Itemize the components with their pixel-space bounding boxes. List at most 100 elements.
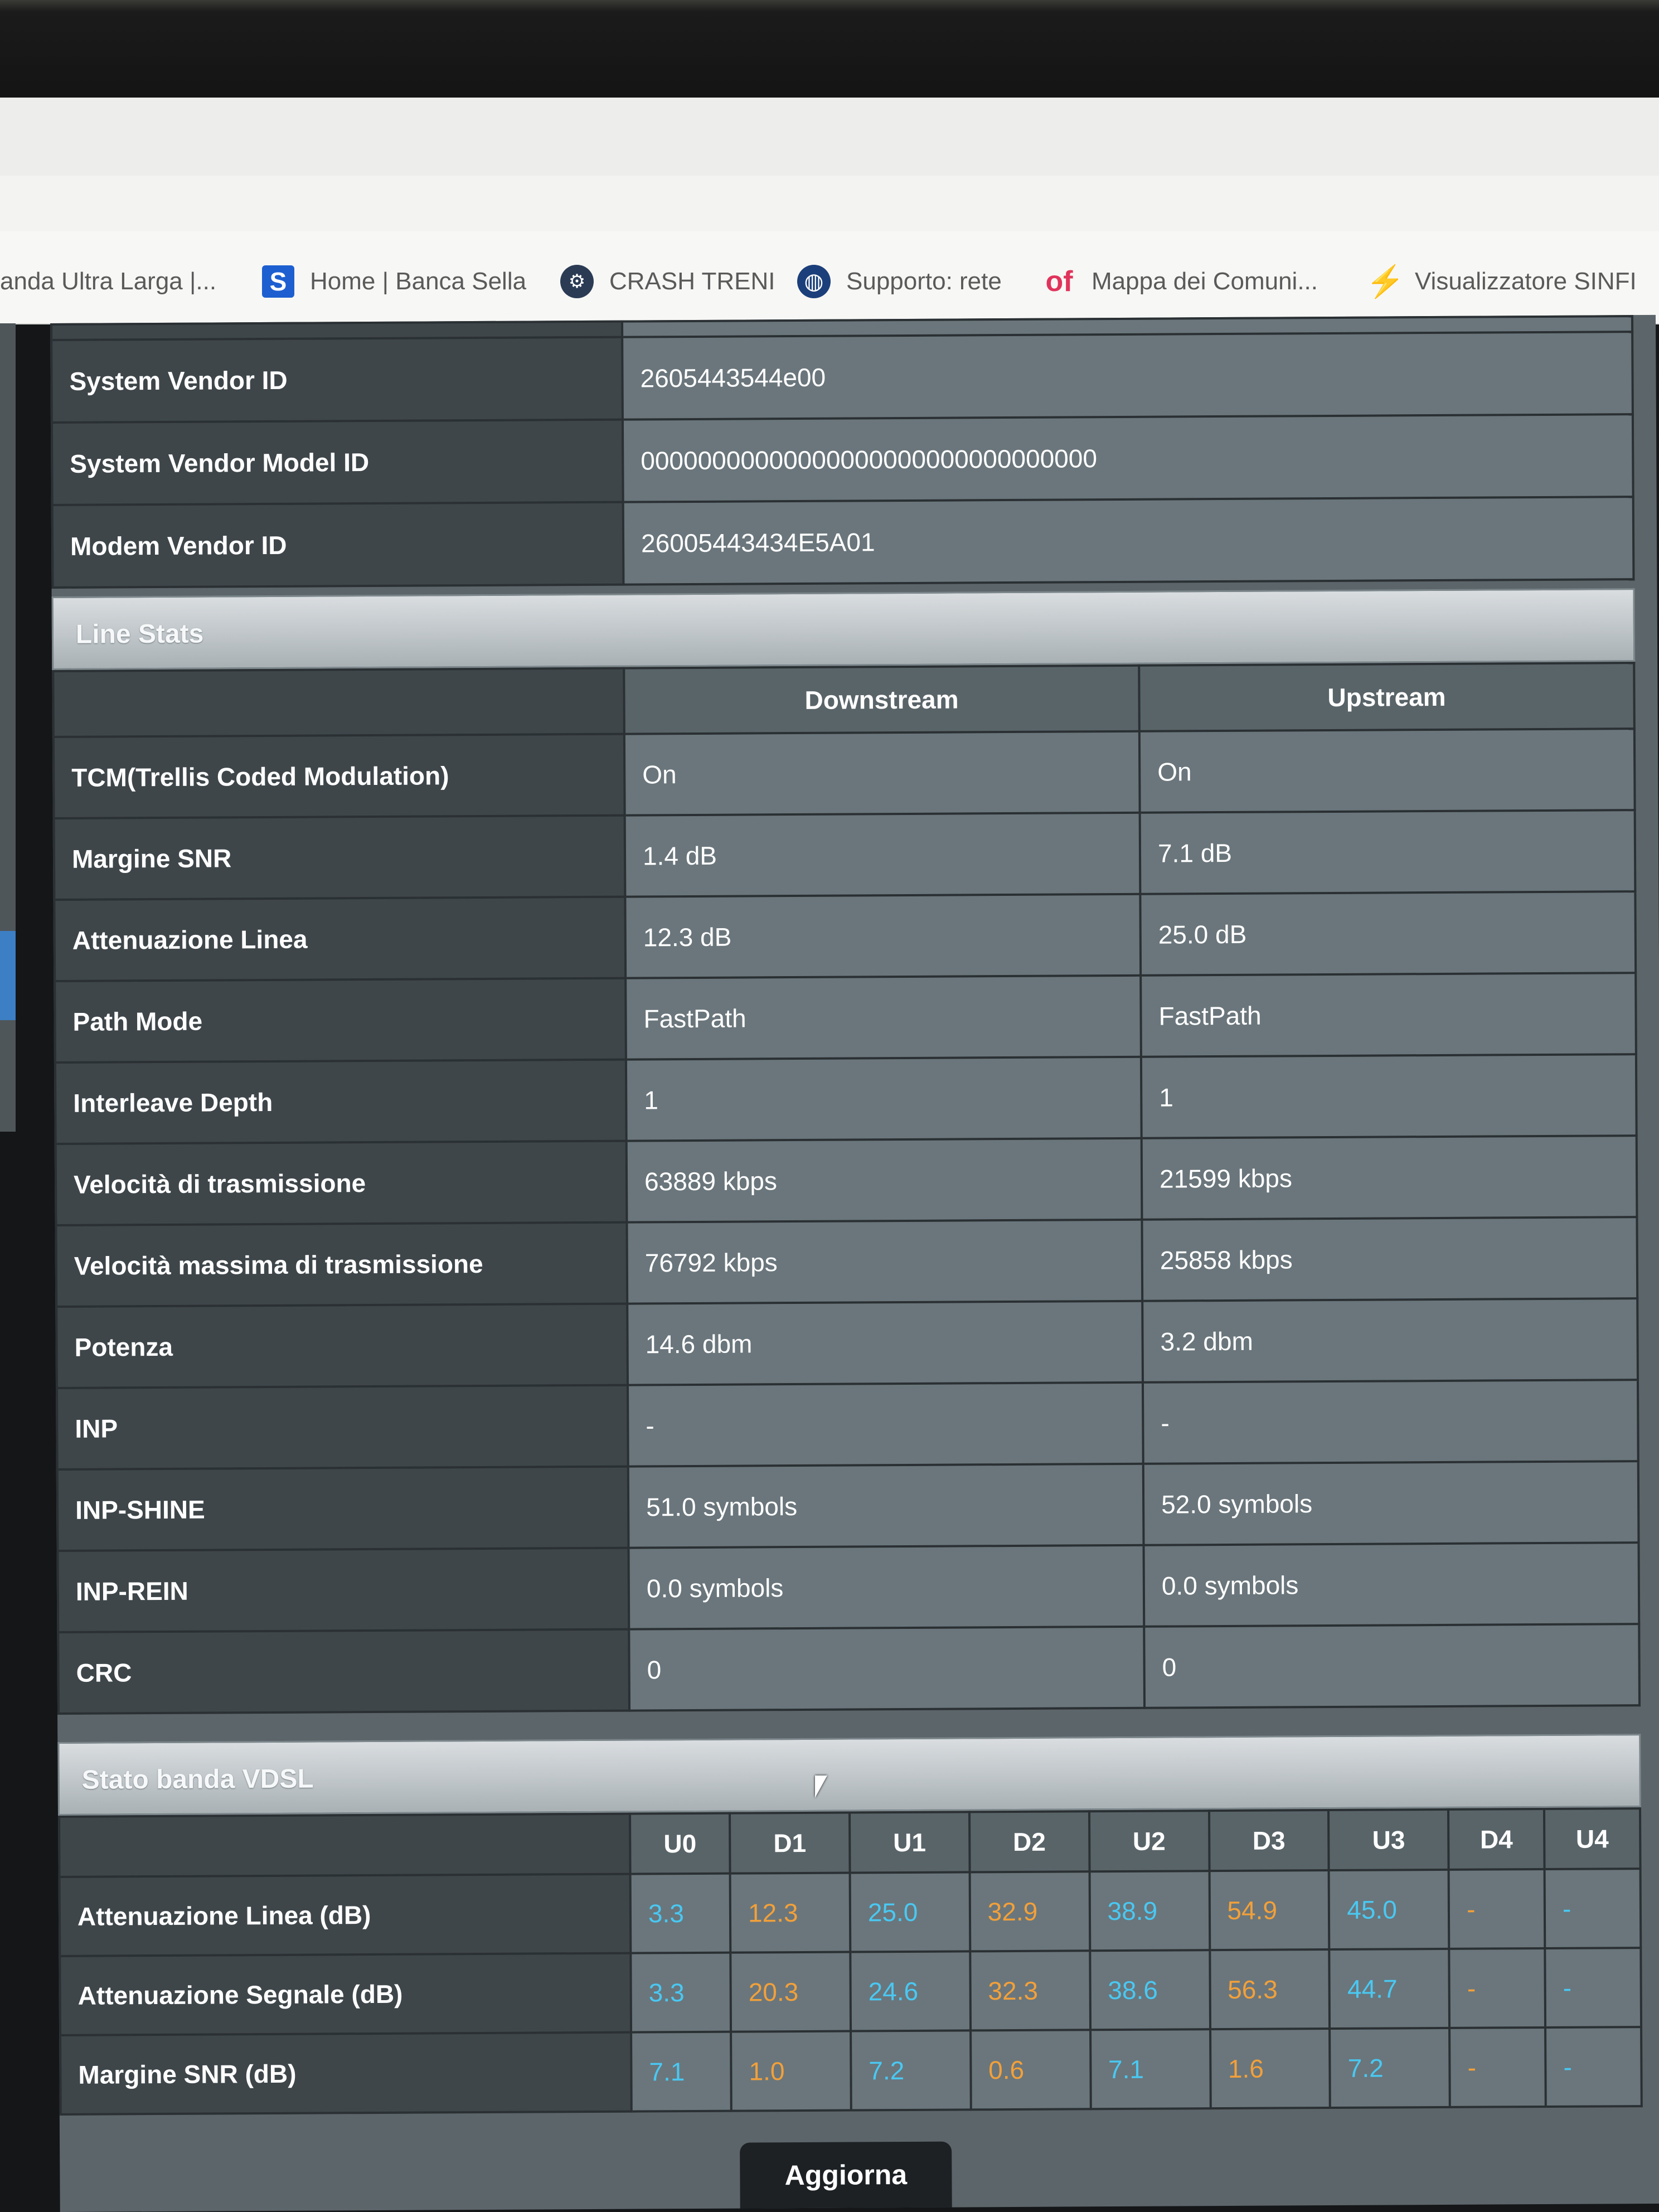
- table-row: INP-SHINE 51.0 symbols 52.0 symbols: [57, 1461, 1639, 1551]
- table-row: Interleave Depth 1 1: [55, 1054, 1637, 1144]
- table-row: INP-REIN 0.0 symbols 0.0 symbols: [57, 1542, 1639, 1632]
- band-value: 3.3: [630, 1952, 731, 2032]
- downstream-value: 63889 kbps: [626, 1138, 1142, 1223]
- downstream-header: Downstream: [624, 665, 1139, 734]
- globe-icon: ◍: [797, 265, 831, 298]
- upstream-value: 0: [1144, 1624, 1640, 1708]
- band-value: 24.6: [850, 1951, 971, 2031]
- downstream-value: 14.6 dbm: [627, 1301, 1143, 1385]
- band-value: -: [1449, 2027, 1546, 2107]
- browser-address-area: [0, 176, 1659, 231]
- downstream-value: 1.4 dB: [624, 812, 1141, 897]
- upstream-value: 25.0 dB: [1140, 891, 1636, 976]
- table-row: TCM(Trellis Coded Modulation) On On: [53, 729, 1635, 818]
- row-label: Interleave Depth: [55, 1059, 627, 1144]
- vendor-info-table: System Vendor ID 2605443544e00 System Ve…: [50, 315, 1634, 589]
- refresh-button[interactable]: Aggiorna: [740, 2141, 952, 2209]
- line-stats-table: Downstream Upstream TCM(Trellis Coded Mo…: [52, 662, 1641, 1715]
- row-label: System Vendor ID: [51, 337, 623, 423]
- upstream-value: FastPath: [1141, 973, 1636, 1057]
- upstream-value: 7.1 dB: [1139, 810, 1636, 894]
- band-header: U4: [1544, 1808, 1641, 1870]
- upstream-value: 1: [1141, 1054, 1637, 1138]
- row-label: INP: [57, 1385, 628, 1469]
- vdsl-band-table: U0 D1 U1 D2 U2 D3 U3 D4 U4 Attenuazione …: [58, 1807, 1643, 2116]
- band-value: 7.2: [850, 2030, 971, 2111]
- downstream-value: 76792 kbps: [627, 1219, 1143, 1304]
- table-row: Velocità massima di trasmissione 76792 k…: [56, 1217, 1638, 1307]
- band-header: D3: [1209, 1810, 1329, 1871]
- row-label: Attenuazione Segnale (dB): [60, 1953, 632, 2035]
- band-value: 32.3: [970, 1951, 1090, 2031]
- row-label: Modem Vendor ID: [52, 502, 624, 588]
- table-row: Potenza 14.6 dbm 3.2 dbm: [56, 1298, 1638, 1388]
- band-value: 38.9: [1089, 1871, 1210, 1951]
- band-header: D4: [1448, 1809, 1545, 1870]
- upstream-value: 52.0 symbols: [1143, 1461, 1639, 1545]
- downstream-value: 12.3 dB: [625, 894, 1141, 978]
- line-stats-header: Line Stats: [51, 588, 1636, 670]
- row-label: Margine SNR (dB): [60, 2032, 632, 2114]
- row-label: CRC: [58, 1629, 630, 1714]
- downstream-value: 0: [629, 1626, 1145, 1711]
- band-header: U2: [1089, 1811, 1210, 1872]
- upstream-value: 25858 kbps: [1142, 1217, 1638, 1301]
- side-panel-selected-item[interactable]: [0, 931, 16, 1020]
- table-row: Margine SNR 1.4 dB 7.1 dB: [54, 810, 1636, 900]
- table-row: System Vendor Model ID 00000000000000000…: [51, 414, 1633, 505]
- banca-sella-icon: S: [262, 265, 294, 298]
- band-value: 7.1: [1090, 2029, 1211, 2109]
- bookmark-crash-treni[interactable]: ⚙ CRASH TRENI: [560, 259, 775, 304]
- table-row: Attenuazione Linea 12.3 dB 25.0 dB: [54, 891, 1636, 981]
- row-label: Velocità di trasmissione: [55, 1141, 627, 1225]
- table-row: Velocità di trasmissione 63889 kbps 2159…: [55, 1136, 1637, 1225]
- band-value: -: [1545, 2027, 1642, 2107]
- band-header: U1: [849, 1812, 970, 1873]
- mouse-cursor-icon: [815, 1776, 827, 1798]
- upstream-value: 0.0 symbols: [1143, 1542, 1639, 1627]
- band-value: -: [1449, 1948, 1546, 2028]
- bookmark-supporto-rete[interactable]: ◍ Supporto: rete: [797, 259, 1002, 304]
- bookmark-visualizzatore-sinfi[interactable]: ⚡ Visualizzatore SINFI: [1366, 259, 1637, 304]
- row-label: INP-REIN: [57, 1548, 629, 1632]
- band-value: 44.7: [1329, 1948, 1450, 2029]
- band-value: 38.6: [1089, 1950, 1210, 2030]
- band-value: 20.3: [730, 1952, 851, 2032]
- bookmark-mappa-comuni[interactable]: of Mappa dei Comuni...: [1042, 259, 1318, 304]
- row-value: 2605443544e00: [622, 332, 1633, 420]
- upstream-value: -: [1142, 1380, 1638, 1464]
- row-label: Attenuazione Linea (dB): [59, 1874, 631, 1956]
- band-value: 1.0: [731, 2031, 851, 2111]
- upstream-value: 3.2 dbm: [1142, 1298, 1638, 1382]
- band-header: D1: [730, 1812, 850, 1874]
- band-value: 1.6: [1210, 2029, 1331, 2109]
- row-label: Velocità massima di trasmissione: [56, 1222, 628, 1307]
- bookmarks-bar: anda Ultra Larga |... S Home | Banca Sel…: [0, 231, 1659, 324]
- downstream-value: FastPath: [625, 975, 1141, 1060]
- row-label: INP-SHINE: [57, 1466, 629, 1551]
- table-row: INP - -: [57, 1380, 1638, 1469]
- table-row: Attenuazione Linea (dB) 3.3 12.3 25.0 32…: [59, 1869, 1641, 1956]
- table-row: Modem Vendor ID 26005443434E5A01: [52, 497, 1634, 588]
- bookmark-banda-ultra-larga[interactable]: anda Ultra Larga |...: [0, 259, 216, 304]
- upstream-header: Upstream: [1139, 663, 1634, 731]
- row-label: Attenuazione Linea: [54, 896, 626, 981]
- band-value: 7.2: [1330, 2027, 1451, 2108]
- row-label: System Vendor Model ID: [51, 419, 623, 505]
- of-icon: of: [1045, 265, 1073, 298]
- table-row: Attenuazione Segnale (dB) 3.3 20.3 24.6 …: [60, 1948, 1642, 2035]
- side-panel-edge: [0, 323, 16, 1132]
- table-row: Margine SNR (dB) 7.1 1.0 7.2 0.6 7.1 1.6…: [60, 2027, 1642, 2114]
- table-row: System Vendor ID 2605443544e00: [51, 332, 1633, 423]
- row-label: TCM(Trellis Coded Modulation): [53, 734, 625, 818]
- steam-icon: ⚙: [560, 265, 594, 298]
- row-value: 00000000000000000000000000000000: [622, 414, 1633, 502]
- band-value: -: [1545, 1948, 1642, 2027]
- band-value: 56.3: [1209, 1949, 1330, 2030]
- upstream-value: 21599 kbps: [1141, 1136, 1637, 1220]
- downstream-value: 51.0 symbols: [628, 1463, 1144, 1548]
- band-value: 7.1: [631, 2031, 731, 2112]
- band-value: 25.0: [850, 1872, 971, 1952]
- downstream-value: 0.0 symbols: [628, 1545, 1144, 1629]
- bookmark-banca-sella[interactable]: S Home | Banca Sella: [262, 259, 526, 304]
